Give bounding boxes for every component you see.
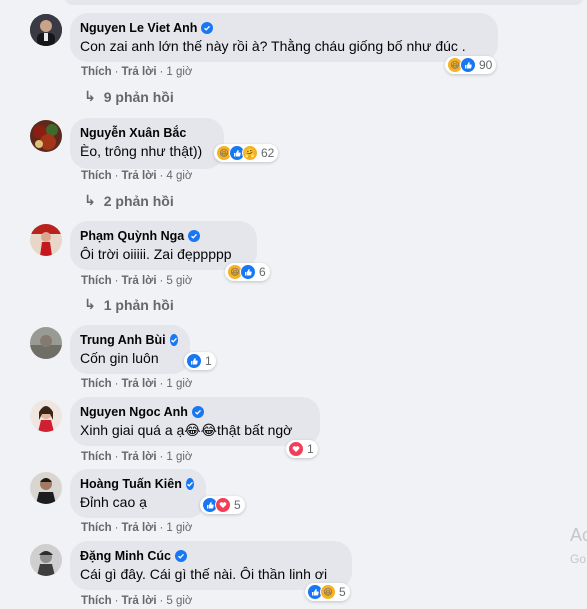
reply-link[interactable]: Trả lời (122, 595, 157, 607)
reply-arrow-icon: ↳ (84, 296, 96, 312)
commenter-name[interactable]: Nguyễn Xuân Bắc (80, 126, 186, 140)
reply-link[interactable]: Trả lời (122, 522, 157, 534)
reply-link[interactable]: Trả lời (122, 66, 157, 78)
comment-text: Xinh giai quá a ạ😂😂thật bất ngờ (80, 422, 293, 438)
comment-text: Con zai anh lớn thế này rồi à? Thằng chá… (80, 38, 466, 54)
comment-time[interactable]: 5 giờ (166, 275, 192, 287)
view-replies-link[interactable]: ↳ 9 phản hồi (84, 88, 174, 105)
commenter-name[interactable]: Phạm Quỳnh Nga (80, 229, 184, 243)
comment-text: Ôi trời oiiiii. Zai đẹppppp (80, 246, 232, 262)
verified-badge-icon (201, 22, 214, 34)
comment-bubble: Nguyễn Xuân Bắc Èo, trông như thật)) (70, 118, 224, 169)
watermark-line-2: Go (570, 552, 587, 566)
reaction-summary[interactable]: 😆 6 (225, 263, 270, 281)
love-reaction-icon (288, 441, 304, 457)
reaction-summary[interactable]: 1 (286, 440, 318, 458)
verified-badge-icon (185, 478, 194, 490)
reaction-count: 1 (307, 442, 314, 456)
reaction-count: 5 (339, 585, 346, 599)
previous-comment-edge (0, 0, 587, 5)
commenter-name[interactable]: Hoàng Tuấn Kiên (80, 477, 182, 491)
reaction-count: 1 (205, 354, 212, 368)
reply-link[interactable]: Trả lời (122, 378, 157, 390)
like-link[interactable]: Thích (81, 522, 112, 534)
like-link[interactable]: Thích (81, 66, 112, 78)
comment-bubble: Phạm Quỳnh Nga Ôi trời oiiiii. Zai đẹppp… (70, 221, 257, 270)
reaction-count: 90 (479, 58, 493, 72)
avatar[interactable] (30, 544, 62, 576)
commenter-name[interactable]: Trung Anh Bùi (80, 333, 166, 347)
reaction-summary[interactable]: 5 (200, 496, 245, 514)
reaction-count: 5 (234, 498, 241, 512)
comment-bubble: Hoàng Tuấn Kiên Đỉnh cao ạ (70, 469, 206, 518)
love-reaction-icon (215, 497, 231, 513)
comment-actions: Thích · Trả lời · 5 giờ (81, 595, 193, 607)
comment-time[interactable]: 4 giờ (166, 170, 192, 182)
comment-text: Èo, trông như thật)) (80, 143, 203, 159)
reaction-summary[interactable]: 1 (184, 352, 216, 370)
comment-actions: Thích · Trả lời · 1 giờ (81, 378, 193, 390)
reply-arrow-icon: ↳ (84, 192, 96, 208)
replies-count: 9 phản hồi (103, 88, 174, 105)
avatar[interactable] (30, 472, 62, 504)
reply-arrow-icon: ↳ (84, 88, 96, 104)
comment-bubble: Nguyen Le Viet Anh Con zai anh lớn thế n… (70, 13, 498, 62)
like-reaction-icon (186, 353, 202, 369)
comment-bubble: Trung Anh Bùi Cốn gin luôn (70, 325, 190, 374)
comment-actions: Thích · Trả lời · 1 giờ (81, 522, 193, 534)
comment-actions: Thích · Trả lời · 4 giờ (81, 170, 193, 182)
comment-actions: Thích · Trả lời · 1 giờ (81, 451, 193, 463)
avatar[interactable] (30, 400, 62, 432)
reply-link[interactable]: Trả lời (122, 170, 157, 182)
comment-time[interactable]: 1 giờ (166, 522, 192, 534)
reaction-count: 6 (259, 265, 266, 279)
view-replies-link[interactable]: ↳ 1 phản hồi (84, 296, 174, 313)
reaction-summary[interactable]: 😆 5 (305, 583, 350, 601)
reply-link[interactable]: Trả lời (122, 451, 157, 463)
commenter-name[interactable]: Nguyen Ngoc Anh (80, 405, 188, 419)
comment-time[interactable]: 5 giờ (166, 595, 192, 607)
verified-badge-icon (174, 550, 187, 562)
like-link[interactable]: Thích (81, 275, 112, 287)
haha-reaction-icon: 😆 (320, 584, 336, 600)
care-reaction-icon: 🤗 (242, 145, 258, 161)
like-reaction-icon (460, 57, 476, 73)
avatar[interactable] (30, 14, 62, 46)
comment-time[interactable]: 1 giờ (166, 451, 192, 463)
view-replies-link[interactable]: ↳ 2 phản hồi (84, 192, 174, 209)
replies-count: 1 phản hồi (103, 296, 174, 313)
like-link[interactable]: Thích (81, 595, 112, 607)
verified-badge-icon (191, 406, 204, 418)
comment-time[interactable]: 1 giờ (166, 66, 192, 78)
comment-actions: Thích · Trả lời · 5 giờ (81, 275, 193, 287)
verified-badge-icon (169, 334, 178, 346)
like-link[interactable]: Thích (81, 451, 112, 463)
replies-count: 2 phản hồi (103, 192, 174, 209)
comment-time[interactable]: 1 giờ (166, 378, 192, 390)
reaction-summary[interactable]: 😆 🤗 62 (214, 144, 279, 162)
verified-badge-icon (188, 230, 201, 242)
like-link[interactable]: Thích (81, 170, 112, 182)
comment-bubble: Nguyen Ngoc Anh Xinh giai quá a ạ😂😂thật … (70, 397, 320, 446)
like-link[interactable]: Thích (81, 378, 112, 390)
comment-text: Cốn gin luôn (80, 350, 159, 366)
comment-text: Cái gì đây. Cái gì thế nài. Ôi thần linh… (80, 566, 328, 582)
avatar[interactable] (30, 120, 62, 152)
comment-actions: Thích · Trả lời · 1 giờ (81, 66, 193, 78)
commenter-name[interactable]: Nguyen Le Viet Anh (80, 21, 197, 35)
reaction-summary[interactable]: 😆 90 (445, 56, 497, 74)
reaction-count: 62 (261, 146, 275, 160)
reply-link[interactable]: Trả lời (122, 275, 157, 287)
commenter-name[interactable]: Đặng Minh Cúc (80, 549, 171, 563)
comment-text: Đỉnh cao ạ (80, 494, 147, 510)
avatar[interactable] (30, 224, 62, 256)
like-reaction-icon (240, 264, 256, 280)
watermark-line-1: Ac (570, 525, 587, 545)
avatar[interactable] (30, 327, 62, 359)
